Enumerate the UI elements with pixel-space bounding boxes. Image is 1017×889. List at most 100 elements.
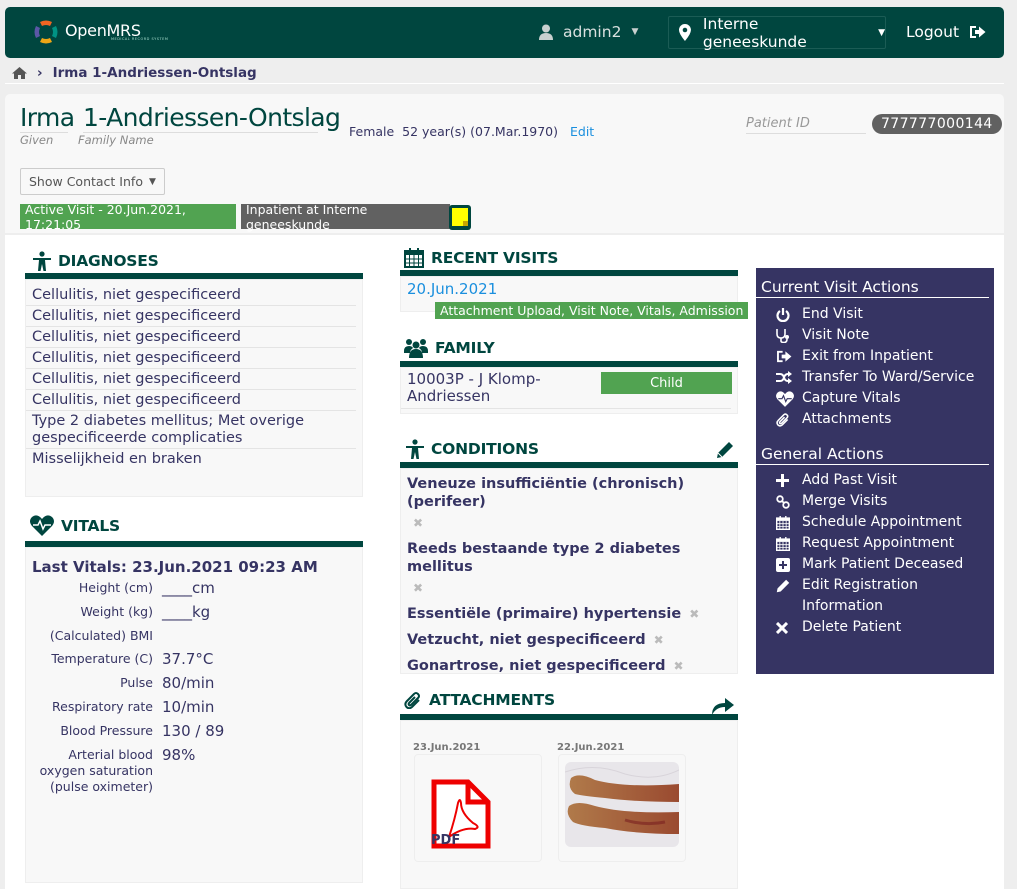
- vital-label: Blood Pressure: [60, 723, 153, 738]
- pdf-label: PDF: [431, 833, 461, 848]
- action-visit-note[interactable]: Visit Note: [756, 325, 994, 346]
- openmrs-logo[interactable]: OpenMRS MEDICAL RECORD SYSTEM: [33, 19, 168, 45]
- heartbeat-icon: [776, 388, 802, 409]
- vital-row: Blood Pressure 130 / 89: [26, 723, 362, 740]
- attachments-header: ATTACHMENTS: [404, 691, 555, 709]
- action-transfer-to-ward-service[interactable]: Transfer To Ward/Service: [756, 367, 994, 388]
- shuffle-icon: [776, 367, 802, 388]
- show-contact-info-button[interactable]: Show Contact Info ▼: [20, 168, 165, 195]
- action-label: Edit Registration Information: [802, 577, 918, 614]
- diagnoses-header: DIAGNOSES: [33, 251, 159, 271]
- remove-condition-x-icon[interactable]: ✖: [413, 579, 731, 597]
- user-menu[interactable]: admin2 ▼: [539, 23, 638, 41]
- sign-out-icon: [970, 26, 986, 38]
- map-marker-icon: [679, 24, 691, 41]
- plus-square-icon: [776, 554, 802, 575]
- action-label: Exit from Inpatient: [802, 348, 933, 364]
- condition-label: Gonartrose, niet gespecificeerd: [407, 658, 666, 674]
- action-delete-patient[interactable]: Delete Patient: [756, 617, 994, 638]
- action-edit-registration-information[interactable]: Edit Registration Information: [756, 575, 994, 617]
- remove-condition-x-icon[interactable]: ✖: [689, 607, 699, 621]
- action-add-past-visit[interactable]: Add Past Visit: [756, 470, 994, 491]
- action-merge-visits[interactable]: Merge Visits: [756, 491, 994, 512]
- visit-date-link[interactable]: 20.Jun.2021: [401, 277, 737, 301]
- chevron-down-icon: ▼: [631, 27, 639, 37]
- family-name-label: Family Name: [78, 133, 154, 147]
- action-exit-from-inpatient[interactable]: Exit from Inpatient: [756, 346, 994, 367]
- calendar-icon: [404, 248, 424, 268]
- action-label: Add Past Visit: [802, 472, 898, 488]
- location-selector[interactable]: Interne geneeskunde ▼: [668, 15, 886, 51]
- visit-types-badge: Attachment Upload, Visit Note, Vitals, A…: [435, 302, 749, 319]
- action-attachments[interactable]: Attachments: [756, 409, 994, 430]
- family-title: FAMILY: [435, 339, 495, 357]
- vital-value: 10/min: [162, 698, 215, 716]
- action-label: Transfer To Ward/Service: [802, 369, 975, 385]
- vital-value: [153, 628, 162, 644]
- logout-label: Logout: [906, 23, 960, 41]
- action-end-visit[interactable]: End Visit: [756, 304, 994, 325]
- show-contact-info-label: Show Contact Info: [29, 174, 143, 189]
- recent-visits-header: RECENT VISITS: [404, 248, 558, 268]
- patient-id-badge: 777777000144: [872, 114, 1002, 134]
- vital-value: 130 / 89: [162, 722, 225, 740]
- share-arrow-icon[interactable]: [712, 695, 734, 715]
- action-mark-patient-deceased[interactable]: Mark Patient Deceased: [756, 554, 994, 575]
- diagnosis-item: Misselijkheid en braken: [32, 451, 202, 467]
- heartbeat-icon: [30, 515, 54, 536]
- home-icon[interactable]: [12, 67, 27, 79]
- action-request-appointment[interactable]: Request Appointment: [756, 533, 994, 554]
- condition-label: Veneuze insufficiëntie (chronisch) (peri…: [407, 476, 685, 510]
- leg-photo-thumbnail: [565, 762, 679, 847]
- attachment-thumbnail-pdf[interactable]: PDF: [414, 754, 542, 862]
- remove-condition-x-icon[interactable]: ✖: [673, 659, 683, 673]
- caret-down-icon: ▼: [148, 176, 156, 187]
- remove-condition-x-icon[interactable]: ✖: [413, 514, 731, 532]
- conditions-header: CONDITIONS: [406, 439, 539, 459]
- vitals-title: VITALS: [61, 516, 120, 535]
- vital-value: 98%: [162, 746, 196, 764]
- patient-given-name: Irma: [20, 103, 75, 132]
- general-actions-title: General Actions: [756, 445, 989, 465]
- vital-value: ____cm: [162, 579, 215, 597]
- family-member-name[interactable]: 10003P - J Klomp-Andriessen: [401, 368, 591, 408]
- action-label: End Visit: [802, 306, 863, 322]
- given-label: Given: [20, 133, 54, 147]
- action-label: Delete Patient: [802, 619, 902, 635]
- attachments-panel: 23.Jun.2021 PDF 22.Jun.2021: [400, 720, 738, 889]
- action-label: Schedule Appointment: [802, 514, 962, 530]
- diagnosis-icon: [406, 439, 424, 459]
- action-label: Visit Note: [802, 327, 870, 343]
- vital-value: 80/min: [162, 674, 215, 692]
- sticky-note-button[interactable]: [449, 205, 471, 230]
- patient-family-name: 1-Andriessen-Ontslag: [83, 103, 341, 132]
- recent-visit-item: 20.Jun.2021 Attachment Upload, Visit Not…: [401, 277, 749, 319]
- power-icon: [776, 304, 802, 325]
- chevron-down-icon: ▼: [878, 27, 885, 38]
- edit-demographics-link[interactable]: Edit: [570, 124, 594, 139]
- vital-label: Weight (kg): [80, 604, 153, 619]
- conditions-list: Veneuze insufficiëntie (chronisch) (peri…: [400, 468, 738, 674]
- action-capture-vitals[interactable]: Capture Vitals: [756, 388, 994, 409]
- logout-button[interactable]: Logout: [906, 23, 986, 41]
- diagnoses-title: DIAGNOSES: [58, 252, 159, 270]
- conditions-title: CONDITIONS: [431, 440, 539, 458]
- active-visit-badge[interactable]: Active Visit - 20.Jun.2021, 17:21:05: [20, 202, 236, 232]
- condition-item: Gonartrose, niet gespecificeerd ✖: [401, 657, 737, 675]
- condition-label: Essentiële (primaire) hypertensie: [407, 606, 682, 622]
- paperclip-icon: [404, 692, 420, 709]
- vital-label: (Calculated) BMI: [49, 628, 153, 643]
- vital-label: Height (cm): [78, 580, 153, 595]
- attachment-thumbnail-image[interactable]: [558, 754, 686, 862]
- recent-visits-list: 20.Jun.2021 Attachment Upload, Visit Not…: [400, 276, 749, 319]
- vital-label: Arterial blood oxygen saturation (pulse …: [39, 747, 153, 794]
- vital-row: Respiratory rate 10/min: [26, 699, 362, 716]
- actions-panel: Current Visit Actions End Visit Visit Not…: [756, 268, 994, 674]
- diagnoses-list: Cellulitis, niet gespecificeerd Celluliti…: [25, 279, 363, 497]
- remove-condition-x-icon[interactable]: ✖: [654, 633, 664, 647]
- diagnosis-item: Cellulitis, niet gespecificeerd: [26, 369, 356, 390]
- edit-conditions-pencil-icon[interactable]: [716, 441, 734, 459]
- action-schedule-appointment[interactable]: Schedule Appointment: [756, 512, 994, 533]
- vital-row: (Calculated) BMI: [26, 628, 362, 644]
- condition-item: Essentiële (primaire) hypertensie ✖: [401, 605, 737, 623]
